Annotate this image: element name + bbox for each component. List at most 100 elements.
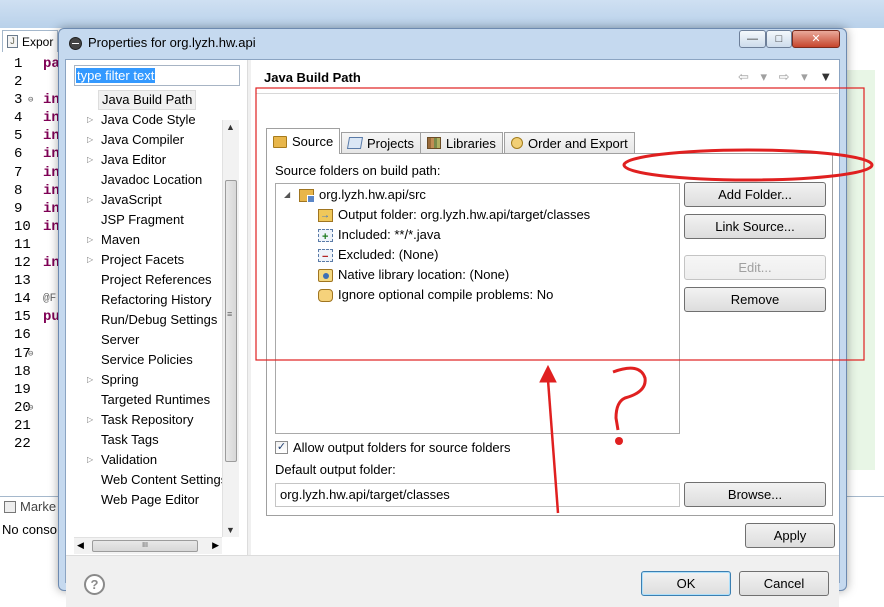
nav-item-validation[interactable]: ▷ Validation bbox=[74, 450, 224, 470]
title-separator bbox=[256, 93, 838, 94]
link-source-button[interactable]: Link Source... bbox=[684, 214, 826, 239]
expand-arrow-icon[interactable]: ▷ bbox=[87, 130, 93, 150]
nav-item-targeted-runtimes[interactable]: Targeted Runtimes bbox=[74, 390, 224, 410]
editor-tab[interactable]: J Expor bbox=[2, 30, 59, 52]
source-folder-icon bbox=[299, 188, 315, 203]
markers-icon bbox=[4, 500, 16, 513]
tree-native-row[interactable]: Native library location: (None) bbox=[318, 265, 509, 285]
cancel-button[interactable]: Cancel bbox=[739, 571, 829, 596]
tree-included-row[interactable]: Included: **/*.java bbox=[318, 225, 441, 247]
nav-item-java-code-style[interactable]: ▷ Java Code Style bbox=[74, 110, 224, 130]
nav-item-task-tags[interactable]: Task Tags bbox=[74, 430, 224, 450]
nav-item-spring[interactable]: ▷ Spring bbox=[74, 370, 224, 390]
line-number: 10 bbox=[14, 218, 31, 235]
nav-item-web-page-editor[interactable]: Web Page Editor bbox=[74, 490, 224, 510]
nav-item-project-references[interactable]: Project References bbox=[74, 270, 224, 290]
default-output-field[interactable]: org.lyzh.hw.api/target/classes bbox=[275, 483, 680, 507]
scroll-left-icon[interactable]: ◀ bbox=[77, 540, 84, 551]
tree-ignore-row[interactable]: Ignore optional compile problems: No bbox=[318, 285, 553, 305]
tab-projects[interactable]: Projects bbox=[341, 132, 421, 153]
line-number: 20 bbox=[0, 399, 40, 417]
nav-item-java-build-path[interactable]: Java Build Path bbox=[74, 90, 224, 110]
tree-item-label: Ignore optional compile problems: No bbox=[338, 287, 554, 302]
expand-arrow-icon[interactable]: ▷ bbox=[87, 250, 93, 270]
nav-item-javascript[interactable]: ▷ JavaScript bbox=[74, 190, 224, 210]
close-button[interactable]: ✕ bbox=[792, 30, 840, 48]
nav-item-label: Java Code Style bbox=[101, 112, 196, 127]
allow-output-checkbox-row[interactable]: ✓ Allow output folders for source folder… bbox=[275, 440, 511, 455]
scroll-down-icon[interactable]: ▼ bbox=[226, 525, 235, 535]
h-scroll-thumb[interactable]: III bbox=[92, 540, 198, 552]
nav-item-label: Refactoring History bbox=[101, 292, 212, 307]
nav-item-service-policies[interactable]: Service Policies bbox=[74, 350, 224, 370]
nav-item-server[interactable]: Server bbox=[74, 330, 224, 350]
tab-libraries[interactable]: Libraries bbox=[420, 132, 503, 153]
maximize-button[interactable]: □ bbox=[766, 30, 792, 48]
expand-arrow-icon[interactable]: ▷ bbox=[87, 410, 93, 430]
line-number: 6 bbox=[14, 146, 23, 163]
tree-root-row[interactable]: ◢ org.lyzh.hw.api/src bbox=[284, 185, 426, 205]
add-folder-button[interactable]: Add Folder... bbox=[684, 182, 826, 207]
nav-item-label: Javadoc Location bbox=[101, 172, 203, 187]
tab-source[interactable]: Source bbox=[266, 128, 341, 154]
expand-arrow-icon[interactable]: ▷ bbox=[87, 150, 93, 170]
collapse-arrow-icon[interactable]: ◢ bbox=[284, 185, 294, 205]
remove-button[interactable]: Remove bbox=[684, 287, 826, 312]
source-folders-label: Source folders on build path: bbox=[275, 163, 441, 178]
allow-output-checkbox[interactable]: ✓ bbox=[275, 441, 288, 454]
forward-arrow-icon[interactable]: ⇨ ▾ bbox=[779, 69, 812, 84]
order-icon bbox=[511, 137, 523, 149]
excluded-filter-icon bbox=[318, 247, 333, 267]
line-number: 14 bbox=[14, 291, 31, 308]
nav-item-javadoc-location[interactable]: Javadoc Location bbox=[74, 170, 224, 190]
splitter-sash[interactable] bbox=[247, 60, 251, 582]
line-number: 2 bbox=[14, 74, 23, 91]
expand-arrow-icon[interactable]: ▷ bbox=[87, 110, 93, 130]
expand-arrow-icon[interactable]: ▷ bbox=[87, 190, 93, 210]
expand-arrow-icon[interactable]: ▷ bbox=[87, 450, 93, 470]
dialog-title: Properties for org.lyzh.hw.api bbox=[88, 35, 256, 50]
scroll-up-icon[interactable]: ▲ bbox=[226, 122, 235, 132]
markers-tab[interactable]: Marke bbox=[4, 499, 56, 514]
expand-arrow-icon[interactable]: ▷ bbox=[87, 230, 93, 250]
nav-item-label: Task Tags bbox=[101, 432, 159, 447]
tree-excluded-row[interactable]: Excluded: (None) bbox=[318, 245, 439, 267]
nav-item-label: JSP Fragment bbox=[101, 212, 184, 227]
nav-item-web-content-settings[interactable]: Web Content Settings bbox=[74, 470, 227, 490]
expand-arrow-icon[interactable]: ▷ bbox=[87, 370, 93, 390]
line-number: 12 bbox=[14, 255, 31, 272]
back-arrow-icon[interactable]: ⇦ ▾ bbox=[738, 69, 771, 84]
nav-item-java-compiler[interactable]: ▷ Java Compiler bbox=[74, 130, 224, 150]
nav-item-label: Java Compiler bbox=[101, 132, 185, 147]
tree-item-label: Excluded: (None) bbox=[338, 247, 439, 262]
source-folders-tree[interactable]: ◢ org.lyzh.hw.api/src Output folder: org… bbox=[275, 183, 680, 434]
view-menu-icon[interactable]: ▼ bbox=[819, 69, 836, 84]
nav-item-label: Project References bbox=[101, 272, 212, 287]
nav-item-task-repository[interactable]: ▷ Task Repository bbox=[74, 410, 224, 430]
nav-item-jsp-fragment[interactable]: JSP Fragment bbox=[74, 210, 224, 230]
nav-item-project-facets[interactable]: ▷ Project Facets bbox=[74, 250, 224, 270]
dialog-title-bar[interactable]: Properties for org.lyzh.hw.api — □ ✕ bbox=[59, 29, 846, 59]
nav-item-label: Task Repository bbox=[101, 412, 194, 427]
browse-button[interactable]: Browse... bbox=[684, 482, 826, 507]
nav-item-refactoring-history[interactable]: Refactoring History bbox=[74, 290, 224, 310]
filter-input[interactable]: type filter text bbox=[74, 65, 240, 86]
ok-button[interactable]: OK bbox=[641, 571, 731, 596]
apply-button[interactable]: Apply bbox=[745, 523, 835, 548]
nav-item-label: Java Editor bbox=[101, 152, 167, 167]
scroll-thumb[interactable]: ≡ bbox=[225, 180, 237, 462]
minimize-button[interactable]: — bbox=[739, 30, 766, 48]
nav-item-java-editor[interactable]: ▷ Java Editor bbox=[74, 150, 224, 170]
java-file-icon: J bbox=[7, 35, 18, 48]
nav-vertical-scrollbar[interactable]: ▲ ≡ ▼ bbox=[222, 120, 239, 537]
nav-item-label: Project Facets bbox=[101, 252, 185, 267]
edit-button[interactable]: Edit... bbox=[684, 255, 826, 280]
scroll-right-icon[interactable]: ▶ bbox=[212, 540, 219, 551]
help-icon[interactable]: ? bbox=[84, 574, 105, 595]
tab-order-and-export[interactable]: Order and Export bbox=[504, 132, 635, 153]
nav-item-label: Web Page Editor bbox=[101, 492, 200, 507]
tree-output-row[interactable]: Output folder: org.lyzh.hw.api/target/cl… bbox=[318, 205, 590, 226]
nav-item-run-debug-settings[interactable]: Run/Debug Settings bbox=[74, 310, 224, 330]
nav-item-maven[interactable]: ▷ Maven bbox=[74, 230, 224, 250]
nav-horizontal-scrollbar[interactable]: ◀ III ▶ bbox=[74, 537, 222, 554]
